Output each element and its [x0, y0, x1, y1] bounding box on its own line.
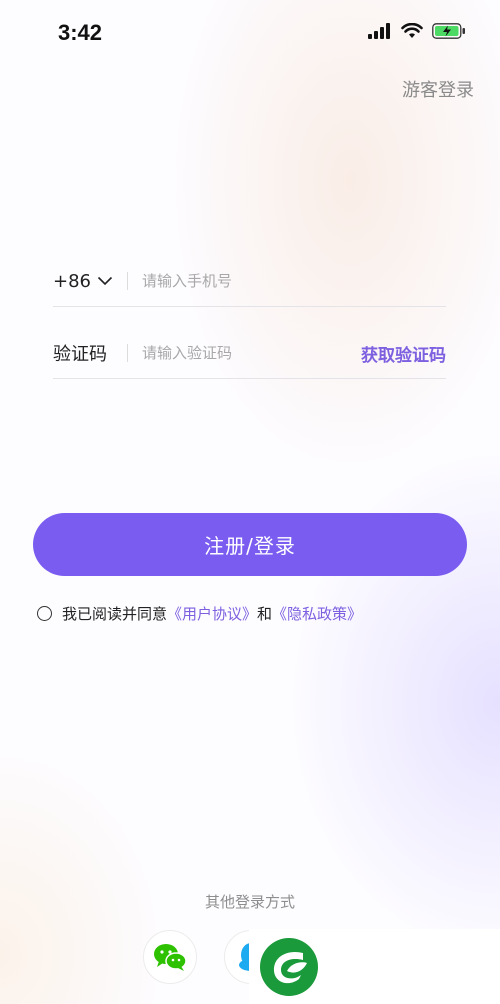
phone-input[interactable]: [142, 272, 446, 290]
status-icons: [368, 23, 466, 39]
guest-login-link[interactable]: 游客登录: [402, 76, 474, 102]
phone-field-row: +86: [53, 256, 446, 307]
country-code-selector[interactable]: +86: [53, 271, 117, 292]
agreement-prefix: 我已阅读并同意: [62, 605, 168, 623]
other-login-title: 其他登录方式: [204, 893, 295, 911]
battery-charging-icon: [432, 23, 465, 39]
get-code-button[interactable]: 获取验证码: [361, 341, 446, 366]
user-agreement-link[interactable]: 《用户协议》: [167, 603, 257, 624]
wifi-icon: [401, 23, 423, 38]
field-divider: [127, 272, 128, 290]
background-gradient: [0, 0, 500, 1004]
agreement-conjunction: 和: [257, 605, 273, 623]
status-time: 3:42: [58, 20, 103, 45]
field-divider: [127, 344, 128, 362]
wechat-login-button[interactable]: [143, 930, 197, 984]
register-login-button[interactable]: 注册/登录: [33, 513, 467, 576]
code-field-row: 验证码 获取验证码: [53, 328, 446, 379]
signal-icon: [368, 23, 390, 39]
country-code: +86: [53, 270, 91, 292]
agreement-checkbox[interactable]: [37, 606, 52, 621]
privacy-policy-link[interactable]: 《隐私政策》: [272, 603, 362, 624]
agreement-row: 我已阅读并同意 《用户协议》 和 《隐私政策》: [37, 603, 362, 624]
code-input[interactable]: [142, 344, 361, 362]
wechat-icon: [154, 944, 187, 971]
watermark-logo: [249, 929, 500, 1004]
status-bar: 3:42: [0, 0, 500, 64]
chevron-down-icon: [97, 276, 113, 286]
code-label: 验证码: [53, 344, 107, 365]
leaf-logo-icon: [260, 937, 318, 996]
